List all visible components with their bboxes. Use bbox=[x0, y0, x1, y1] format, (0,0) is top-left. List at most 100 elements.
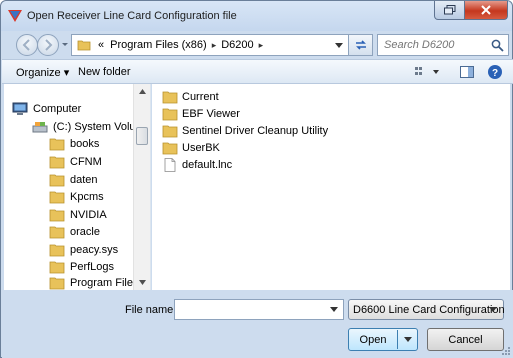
refresh-icon bbox=[355, 40, 366, 50]
folder-icon bbox=[162, 142, 178, 155]
nav-item-computer[interactable]: Computer bbox=[12, 101, 81, 117]
list-item[interactable]: Current bbox=[162, 89, 219, 105]
nav-item-label: Kpcms bbox=[70, 191, 104, 203]
file-type-value: D6600 Line Card Configuration bbox=[353, 303, 505, 316]
breadcrumb-d6200[interactable]: D6200 bbox=[218, 39, 256, 51]
title-bar[interactable]: Open Receiver Line Card Configuration fi… bbox=[1, 1, 512, 31]
nav-item-label: PerfLogs bbox=[70, 261, 115, 273]
folder-icon bbox=[49, 244, 65, 257]
folder-icon bbox=[162, 108, 178, 121]
search-icon[interactable] bbox=[491, 39, 504, 52]
folder-icon bbox=[49, 156, 65, 169]
nav-item-folder[interactable]: peacy.sys bbox=[49, 242, 118, 258]
svg-text:?: ? bbox=[492, 68, 498, 79]
nav-item-label: NVIDIA bbox=[70, 209, 107, 221]
recent-locations-dropdown-icon[interactable] bbox=[61, 40, 69, 50]
nav-item-folder[interactable]: Program Files bbox=[49, 275, 138, 290]
drive-icon bbox=[32, 122, 48, 133]
nav-scrollbar[interactable] bbox=[133, 84, 150, 290]
navigation-pane[interactable]: Computer (C:) System Volu books CFNM dat… bbox=[4, 84, 151, 290]
nav-item-folder[interactable]: PerfLogs bbox=[49, 259, 114, 275]
cancel-button-label: Cancel bbox=[448, 333, 483, 346]
nav-item-label: daten bbox=[70, 174, 98, 186]
nav-item-label: oracle bbox=[70, 226, 100, 238]
address-dropdown-icon[interactable] bbox=[335, 43, 343, 49]
file-name-dropdown-icon[interactable] bbox=[330, 307, 338, 313]
scroll-up-arrow-icon[interactable] bbox=[139, 89, 146, 94]
cancel-button[interactable]: Cancel bbox=[427, 328, 504, 351]
close-button[interactable] bbox=[464, 1, 508, 20]
open-file-dialog: Open Receiver Line Card Configuration fi… bbox=[0, 0, 513, 358]
open-dropdown[interactable] bbox=[398, 336, 417, 343]
file-name: Current bbox=[182, 91, 219, 103]
document-icon bbox=[164, 158, 176, 172]
nav-item-label: Program Files bbox=[70, 277, 139, 289]
forward-arrow-icon bbox=[45, 39, 53, 51]
nav-item-folder[interactable]: daten bbox=[49, 172, 98, 188]
address-bar[interactable]: « Program Files (x86) ▸ D6200 ▸ bbox=[71, 34, 349, 56]
folder-icon bbox=[162, 125, 178, 138]
folder-icon bbox=[49, 226, 65, 239]
file-type-dropdown-icon bbox=[489, 307, 497, 312]
close-icon bbox=[481, 5, 491, 15]
file-name-label: File name: bbox=[125, 304, 177, 316]
folder-icon bbox=[49, 209, 65, 222]
folder-icon bbox=[77, 40, 91, 51]
nav-item-label: books bbox=[70, 138, 100, 150]
new-folder-button[interactable]: New folder bbox=[78, 66, 131, 78]
nav-item-folder[interactable]: books bbox=[49, 136, 99, 152]
file-name-input[interactable] bbox=[178, 303, 328, 316]
preview-pane-icon[interactable] bbox=[459, 64, 475, 80]
nav-item-folder[interactable]: Kpcms bbox=[49, 189, 104, 205]
list-item[interactable]: default.lnc bbox=[162, 157, 232, 173]
breadcrumb-separator[interactable]: ▸ bbox=[210, 40, 219, 51]
search-input[interactable] bbox=[384, 39, 492, 51]
folder-icon bbox=[49, 174, 65, 187]
app-icon bbox=[8, 10, 22, 22]
scrollbar-thumb[interactable] bbox=[136, 127, 148, 145]
computer-icon bbox=[12, 102, 28, 115]
breadcrumb-program-files[interactable]: Program Files (x86) bbox=[107, 39, 210, 51]
file-name: Sentinel Driver Cleanup Utility bbox=[182, 125, 329, 137]
nav-item-folder[interactable]: NVIDIA bbox=[49, 207, 107, 223]
breadcrumb-overflow[interactable]: « bbox=[95, 39, 107, 51]
nav-item-label: (C:) System Volu bbox=[53, 121, 136, 133]
nav-item-label: peacy.sys bbox=[70, 244, 119, 256]
nav-item-label: Computer bbox=[33, 103, 82, 115]
open-dropdown-icon bbox=[403, 336, 412, 342]
command-toolbar: Organize ▾ New folder ? bbox=[2, 59, 513, 84]
nav-item-label: CFNM bbox=[70, 156, 102, 168]
file-name: default.lnc bbox=[182, 159, 233, 171]
nav-item-folder[interactable]: CFNM bbox=[49, 154, 102, 170]
list-item[interactable]: EBF Viewer bbox=[162, 106, 240, 122]
open-split-button[interactable]: Open bbox=[348, 328, 418, 351]
window-title: Open Receiver Line Card Configuration fi… bbox=[27, 10, 237, 22]
open-button[interactable]: Open bbox=[349, 334, 397, 346]
back-arrow-icon bbox=[22, 39, 30, 51]
folder-icon bbox=[49, 261, 65, 274]
help-icon[interactable]: ? bbox=[487, 64, 503, 80]
refresh-button[interactable] bbox=[349, 34, 373, 56]
nav-item-drive-c[interactable]: (C:) System Volu bbox=[32, 119, 136, 135]
restore-button[interactable] bbox=[434, 1, 465, 20]
file-name-combobox[interactable] bbox=[174, 299, 344, 320]
file-list[interactable]: Current EBF Viewer Sentinel Driver Clean… bbox=[152, 84, 510, 290]
folder-icon bbox=[49, 277, 65, 290]
restore-icon bbox=[443, 5, 455, 15]
search-box[interactable] bbox=[377, 34, 509, 56]
file-type-select[interactable]: D6600 Line Card Configuration bbox=[348, 299, 505, 320]
resize-grip-icon[interactable] bbox=[501, 346, 511, 356]
back-button[interactable] bbox=[16, 34, 38, 56]
scroll-down-arrow-icon[interactable] bbox=[139, 280, 146, 285]
list-item[interactable]: UserBK bbox=[162, 140, 220, 156]
list-item[interactable]: Sentinel Driver Cleanup Utility bbox=[162, 123, 328, 139]
file-name: EBF Viewer bbox=[182, 108, 240, 120]
nav-item-folder[interactable]: oracle bbox=[49, 224, 100, 240]
forward-button[interactable] bbox=[37, 34, 59, 56]
change-view-icon[interactable] bbox=[413, 64, 443, 80]
dialog-footer: File name: D6600 Line Card Configuration… bbox=[2, 290, 513, 358]
breadcrumb-separator[interactable]: ▸ bbox=[257, 40, 266, 51]
folder-icon bbox=[49, 138, 65, 151]
organize-menu[interactable]: Organize ▾ bbox=[16, 66, 69, 79]
file-name: UserBK bbox=[182, 142, 220, 154]
